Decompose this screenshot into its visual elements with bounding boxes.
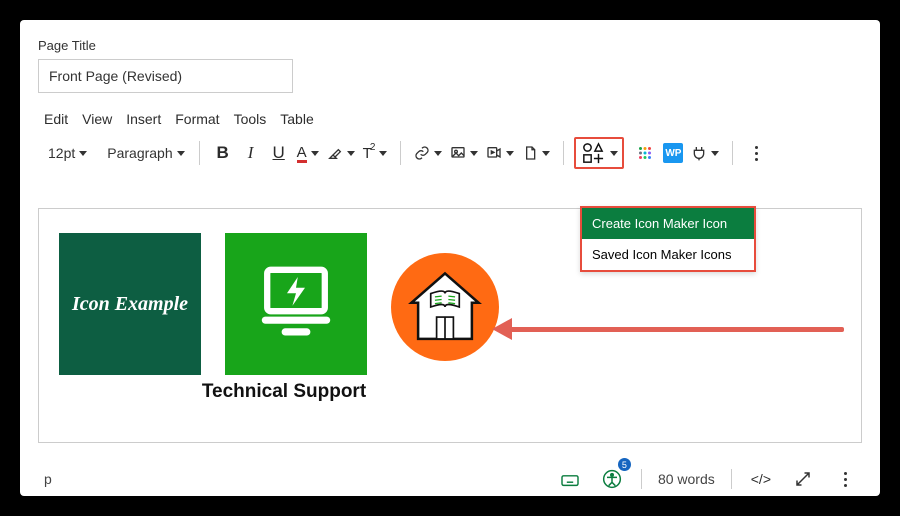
italic-button[interactable]: I (238, 138, 264, 168)
superscript-button[interactable]: T2 (360, 138, 391, 168)
more-button[interactable] (832, 464, 858, 494)
chevron-down-icon (711, 151, 719, 156)
chevron-down-icon (506, 151, 514, 156)
word-count: 80 words (658, 471, 715, 487)
app-frame: Page Title Edit View Insert Format Tools… (20, 20, 880, 496)
highlight-button[interactable] (324, 138, 358, 168)
icon-tech-support-block[interactable] (225, 233, 367, 375)
separator (199, 141, 200, 165)
html-view-button[interactable]: </> (748, 464, 774, 494)
editor-menubar: Edit View Insert Format Tools Table (38, 111, 862, 127)
font-size-select[interactable]: 12pt (44, 145, 91, 161)
status-right: 5 80 words </> (557, 464, 858, 494)
superscript-exp: 2 (370, 142, 376, 153)
plugin-button[interactable] (688, 138, 722, 168)
chevron-down-icon (434, 151, 442, 156)
icon-tech-support-col: Technical Support (201, 233, 367, 403)
accessibility-badge: 5 (618, 458, 631, 471)
fullscreen-button[interactable] (790, 464, 816, 494)
media-button[interactable] (483, 138, 517, 168)
overflow-menu[interactable] (743, 138, 769, 168)
document-button[interactable] (519, 138, 553, 168)
wp-plugin-button[interactable]: WP (660, 138, 686, 168)
text-color-button[interactable]: A (294, 138, 322, 168)
menu-tools[interactable]: Tools (234, 111, 267, 127)
app-inner: Page Title Edit View Insert Format Tools… (20, 20, 880, 496)
page-title-label: Page Title (38, 38, 862, 53)
shapes-icon (582, 142, 604, 164)
block-format-select[interactable]: Paragraph (103, 145, 188, 161)
saved-icons-menu-item[interactable]: Saved Icon Maker Icons (582, 239, 754, 270)
kebab-icon (755, 146, 758, 161)
chevron-down-icon (311, 151, 319, 156)
menu-view[interactable]: View (82, 111, 112, 127)
chevron-down-icon (177, 151, 185, 156)
chevron-down-icon (470, 151, 478, 156)
chevron-down-icon (79, 151, 87, 156)
element-path[interactable]: p (38, 471, 52, 487)
icon-row: Icon Example Technical Support (59, 233, 499, 403)
apps-button[interactable] (632, 138, 658, 168)
menu-format[interactable]: Format (175, 111, 219, 127)
separator (732, 141, 733, 165)
icon-tech-support-label: Technical Support (202, 381, 366, 403)
block-format-value: Paragraph (107, 145, 172, 161)
chevron-down-icon (610, 151, 618, 156)
menu-insert[interactable]: Insert (126, 111, 161, 127)
icon-maker-button[interactable] (574, 137, 624, 169)
page-title-input[interactable] (38, 59, 293, 93)
chevron-down-icon (347, 151, 355, 156)
underline-button[interactable]: U (266, 138, 292, 168)
separator (563, 141, 564, 165)
create-icon-menu-item[interactable]: Create Icon Maker Icon (582, 208, 754, 239)
image-button[interactable] (447, 138, 481, 168)
icon-maker-dropdown: Create Icon Maker Icon Saved Icon Maker … (580, 206, 756, 272)
separator (731, 469, 732, 489)
editor-toolbar: 12pt Paragraph B I U A T2 (38, 135, 862, 171)
link-button[interactable] (411, 138, 445, 168)
chevron-down-icon (379, 151, 387, 156)
menu-edit[interactable]: Edit (44, 111, 68, 127)
chevron-down-icon (542, 151, 550, 156)
separator (400, 141, 401, 165)
wp-badge: WP (663, 143, 683, 163)
bold-button[interactable]: B (210, 138, 236, 168)
laptop-lightning-icon (251, 259, 341, 349)
kebab-icon (844, 472, 847, 487)
accessibility-button[interactable]: 5 (599, 464, 625, 494)
status-bar: p 5 80 words </> (38, 462, 862, 496)
menu-table[interactable]: Table (280, 111, 313, 127)
library-house-icon (403, 265, 487, 349)
separator (641, 469, 642, 489)
icon-example-block[interactable]: Icon Example (59, 233, 201, 375)
library-house-icon-block[interactable] (391, 253, 499, 361)
font-size-value: 12pt (48, 145, 75, 161)
keyboard-button[interactable] (557, 464, 583, 494)
